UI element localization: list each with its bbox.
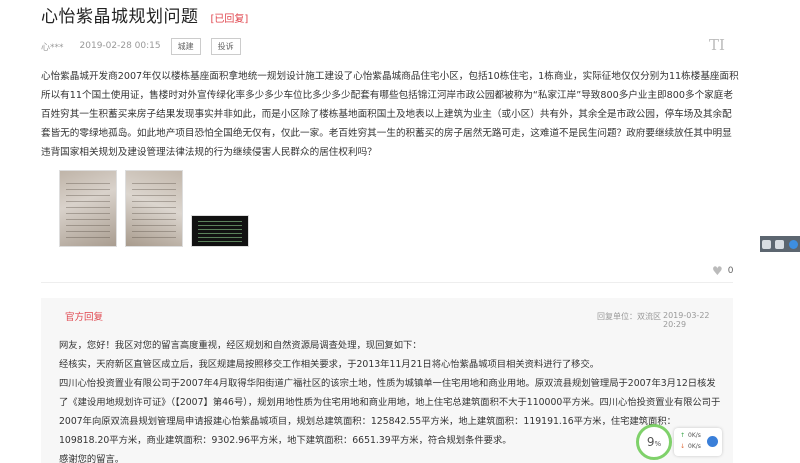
upload-speed: 0K/s: [688, 432, 701, 439]
post-header: 心怡紫晶城规划问题 [已回复]: [41, 2, 248, 27]
document-photo-thumbnail[interactable]: [59, 170, 117, 247]
upload-arrow-icon: ↑: [680, 432, 686, 439]
speed-panel[interactable]: ↑ 0K/s ↓ 0K/s: [674, 428, 722, 456]
section-divider: [41, 282, 733, 283]
reply-paragraph: 网友，您好！我区对您的留言高度重视，经区规划和自然资源局调查处理，现回复如下：: [59, 340, 422, 351]
official-reply: 官方回复 回复单位：双流区 2019-03-22 20:29 网友，您好！我区对…: [41, 298, 733, 463]
speed-percent-unit: %: [654, 440, 662, 448]
reply-paragraph: 经核实，天府新区直管区成立后，我区规建局按照移交工作相关要求，于2013年11月…: [59, 359, 600, 370]
help-icon[interactable]: [788, 239, 798, 249]
post-author: 心***: [41, 42, 64, 53]
post-date: 2019-02-28 00:15: [79, 41, 161, 51]
reply-date: 2019-03-22 20:29: [663, 311, 710, 329]
like-count: 0: [727, 266, 734, 276]
official-reply-label: 官方回复: [65, 312, 104, 323]
image-gallery: [59, 170, 257, 247]
reply-unit: 回复单位：双流区: [597, 312, 661, 321]
download-speed: 0K/s: [688, 443, 701, 450]
boost-icon[interactable]: [707, 436, 718, 447]
heart-icon: ♥: [712, 264, 723, 278]
reply-paragraph: 四川心怡投资置业有限公司于2007年4月取得华阳街道广福社区的该宗土地，性质为城…: [59, 378, 721, 446]
font-size-toggle-icon[interactable]: TI: [709, 36, 725, 54]
download-arrow-icon: ↓: [680, 443, 686, 450]
reply-status-badge: [已回复]: [210, 14, 249, 25]
tag-complaint[interactable]: 投诉: [210, 37, 241, 55]
speed-percent-circle[interactable]: 9%: [636, 424, 672, 460]
toolbar-icon[interactable]: [762, 239, 772, 249]
screen-photo-thumbnail[interactable]: [191, 215, 249, 247]
side-toolbar[interactable]: [760, 236, 800, 252]
document-photo-thumbnail[interactable]: [125, 170, 183, 247]
reply-body: 网友，您好！我区对您的留言高度重视，经区规划和自然资源局调查处理，现回复如下： …: [59, 336, 723, 463]
toolbar-icon[interactable]: [775, 239, 785, 249]
tag-urban-construction[interactable]: 城建: [170, 37, 201, 55]
reply-paragraph: 感谢您的留言。: [59, 454, 125, 463]
speed-percent: 9: [646, 435, 655, 449]
like-button[interactable]: ♥ 0: [712, 264, 734, 278]
post-body: 心怡紫晶城开发商2007年仅以楼栋基座面积拿地统一规划设计施工建设了心怡紫晶城商…: [41, 71, 739, 158]
post-meta: 心*** 2019-02-28 00:15 城建 投诉: [41, 37, 241, 55]
network-speed-widget[interactable]: 9% ↑ 0K/s ↓ 0K/s: [636, 424, 726, 460]
post-title: 心怡紫晶城规划问题: [41, 7, 199, 27]
